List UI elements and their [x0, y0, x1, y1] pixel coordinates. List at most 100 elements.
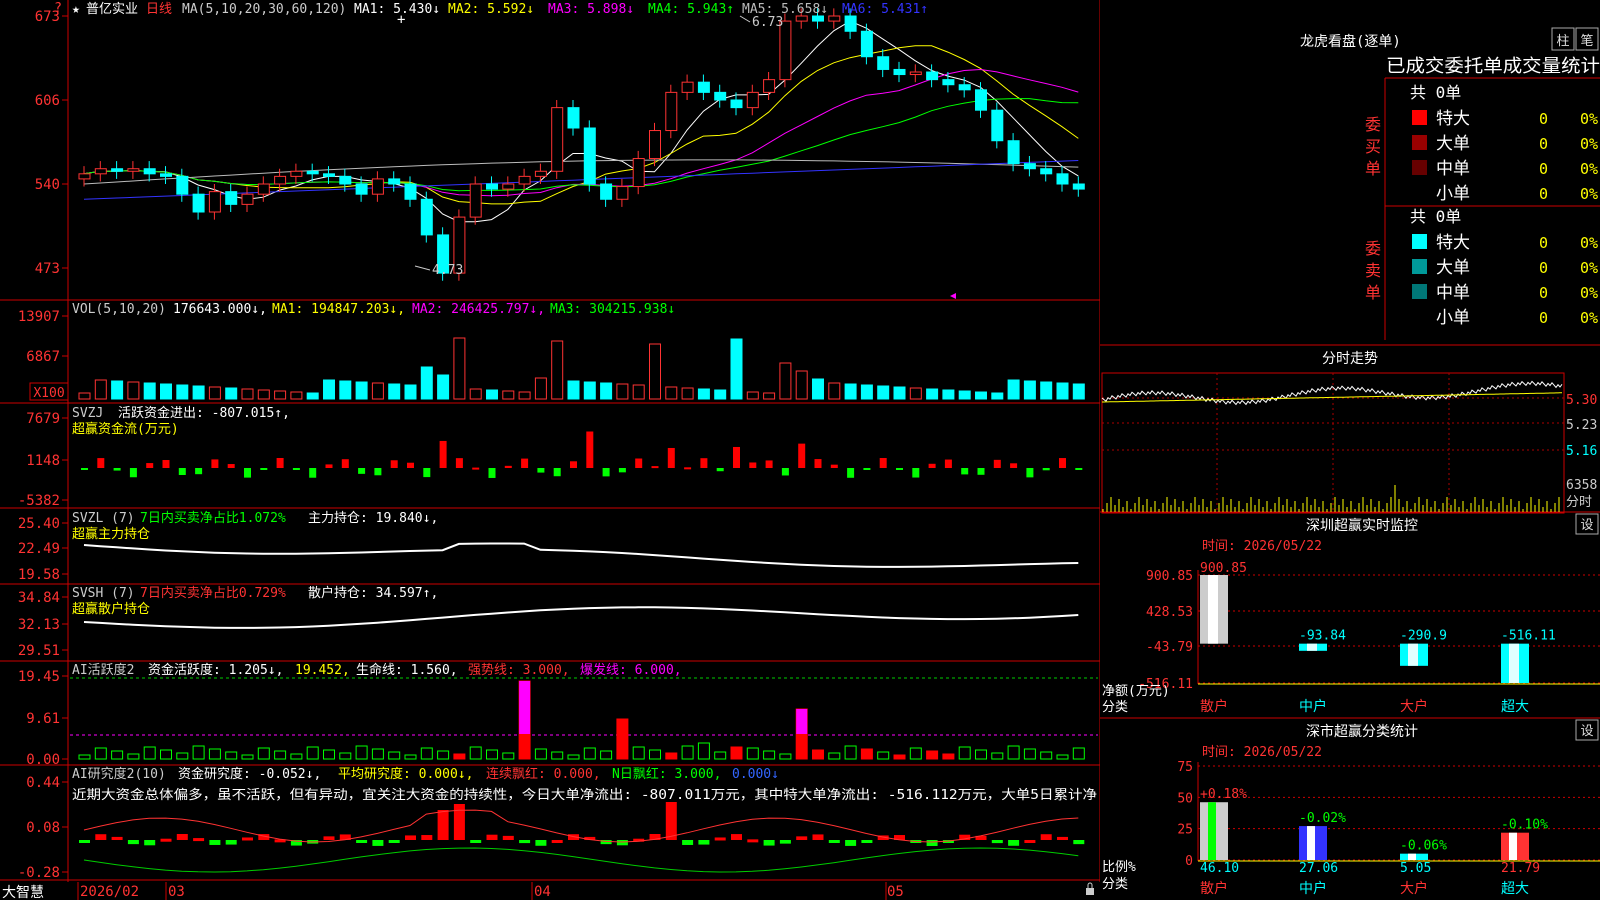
classify-category-label: 散户 [1200, 880, 1228, 897]
volume-bar [323, 379, 335, 400]
classify-category-label: 中户 [1299, 880, 1327, 897]
help-icon[interactable]: ? [54, 1, 62, 16]
classify-bar-highlight [1307, 826, 1315, 860]
candle-body [127, 168, 140, 172]
volume-bar [665, 386, 678, 400]
candle-body [534, 170, 547, 177]
volume-bar [111, 380, 124, 400]
svsh-axis-label: 32.13 [18, 617, 60, 633]
realtime-settings-button[interactable]: 设 [1575, 513, 1599, 535]
classify-bar-highlight [1408, 853, 1416, 860]
realtime-xlabel: 分类 [1102, 700, 1128, 715]
activity-bar [779, 753, 792, 760]
activity-bar [746, 747, 759, 760]
research-bar [665, 802, 677, 840]
ai2-research: 资金研究度: -0.052↓, [178, 766, 321, 782]
ai1-axis-label: 9.61 [26, 711, 60, 727]
buy-row-count: 0 [1539, 110, 1548, 128]
lock-icon[interactable] [1086, 882, 1094, 895]
realtime-category-label: 散户 [1200, 698, 1228, 715]
volume-bar [893, 386, 906, 400]
buy-label-char: 委 [1365, 115, 1381, 134]
price-axis-label: 606 [35, 93, 60, 109]
fenshi-axis-label: 5.23 [1566, 418, 1597, 433]
candle-body [486, 183, 498, 190]
research-bar [828, 840, 840, 843]
scroll-marker-icon[interactable] [950, 293, 956, 299]
activity-bar [94, 747, 107, 760]
sell-row-pct: 0% [1580, 309, 1598, 327]
research-bar [1040, 834, 1052, 840]
classify-xlabel: 分类 [1102, 877, 1128, 892]
activity-bar [208, 748, 221, 760]
activity-bar [877, 751, 890, 760]
fund-flow-bar [407, 462, 414, 468]
period-label[interactable]: 日线 [146, 2, 172, 17]
sell-row-name: 小单 [1436, 308, 1470, 328]
fund-flow-bar [97, 458, 105, 468]
favorite-star-icon[interactable]: ★ [72, 2, 80, 17]
candle-body [632, 158, 645, 188]
buy-row-name: 大单 [1436, 134, 1470, 154]
vol-unit-badge: X100 [29, 382, 69, 401]
research-bar [225, 840, 237, 845]
main-chart-area[interactable]: 673 606 540 473 13907 6867 7679 1148 -53… [0, 0, 1101, 900]
classify-change-label: +0.18% [1200, 787, 1247, 802]
research-bar [519, 840, 531, 844]
volume-bar [160, 383, 172, 400]
fund-flow-bar [863, 468, 871, 470]
fund-flow-bar [700, 458, 708, 468]
realtime-category-label: 超大 [1501, 699, 1529, 715]
fund-flow-bar [1075, 468, 1083, 470]
ai1-title: AI活跃度2 [72, 662, 134, 678]
candle-body [958, 84, 971, 91]
research-bar [779, 840, 791, 844]
candle-body [975, 89, 987, 111]
ai1-axis-label: 19.45 [18, 669, 60, 685]
fund-flow-bar [798, 443, 806, 468]
date-label: 04 [534, 884, 551, 900]
volume-bar [78, 392, 91, 400]
svzl-sub: 超赢主力持仓 [72, 526, 150, 542]
classify-settings-button[interactable]: 设 [1575, 719, 1599, 741]
fenshi-axis-label: 5.30 [1566, 393, 1597, 408]
volume-bar [632, 384, 645, 400]
volume-bar [779, 362, 792, 400]
volume-bar [306, 392, 319, 400]
volume-bar [518, 391, 531, 400]
bar-mode-button[interactable]: 柱 [1551, 27, 1575, 51]
research-bar [388, 840, 400, 843]
volume-bar [437, 374, 450, 400]
sell-row-name: 大单 [1436, 258, 1470, 278]
fund-flow-bar [570, 461, 577, 468]
intraday-chart[interactable] [1101, 372, 1565, 514]
fund-flow-bar [765, 460, 773, 468]
candle-body [1007, 140, 1020, 165]
ai2-axis-label: 0.44 [26, 775, 60, 791]
tick-mode-button[interactable]: 笔 [1575, 27, 1599, 51]
candle-body [877, 56, 890, 70]
volume-bar [649, 343, 661, 400]
activity-bar [551, 751, 564, 760]
research-bar [356, 840, 368, 843]
activity-bar [160, 749, 172, 760]
sell-row-name: 特大 [1436, 233, 1470, 253]
volume-bar [404, 384, 417, 400]
activity-bar [274, 750, 287, 760]
buy-row-count: 0 [1539, 135, 1548, 153]
realtime-time: 时间: 2026/05/22 [1202, 539, 1322, 554]
svsh-hold: 散户持仓: 34.597↑, [308, 585, 438, 601]
volume-bar [127, 381, 140, 400]
volume-bar [534, 377, 547, 400]
fund-flow-bar [961, 468, 969, 475]
fund-flow-bar [472, 467, 480, 470]
burst-bar [796, 709, 808, 734]
sell-row-swatch [1412, 284, 1427, 299]
volume-bar [697, 388, 710, 400]
kline-chart[interactable]: 673 606 540 473 13907 6867 7679 1148 -53… [0, 0, 1101, 900]
fund-flow-bar [211, 459, 219, 468]
buy-row-swatch [1412, 160, 1427, 175]
realtime-value-label: -516.11 [1501, 629, 1556, 644]
fund-flow-bar [129, 468, 137, 478]
svsh-title: SVSH (7) [72, 586, 135, 601]
